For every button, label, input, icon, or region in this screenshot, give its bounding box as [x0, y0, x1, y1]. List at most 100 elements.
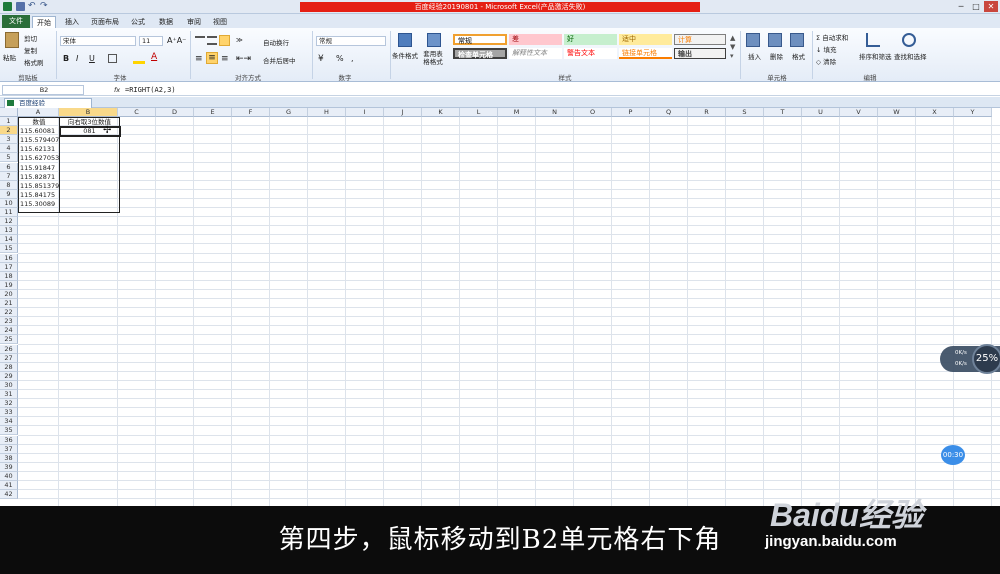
bold-button[interactable]: B: [63, 54, 69, 63]
column-header-i[interactable]: I: [346, 108, 384, 117]
row-header-5[interactable]: 5: [0, 153, 18, 163]
row-header-13[interactable]: 13: [0, 226, 18, 236]
autosum-button[interactable]: Σ 自动求和: [816, 32, 848, 42]
fill-color-icon[interactable]: [133, 56, 145, 64]
format-table-button[interactable]: 套用表格格式: [421, 50, 445, 66]
find-select-button[interactable]: 查找和选择: [894, 51, 927, 61]
column-header-f[interactable]: F: [232, 108, 270, 117]
column-header-x[interactable]: X: [916, 108, 954, 117]
column-header-c[interactable]: C: [118, 108, 156, 117]
selected-cell-b2[interactable]: [59, 126, 121, 137]
insert-cells-button[interactable]: 插入: [748, 51, 761, 61]
column-header-p[interactable]: P: [612, 108, 650, 117]
column-header-m[interactable]: M: [498, 108, 536, 117]
row-header-39[interactable]: 39: [0, 462, 18, 472]
merge-center-button[interactable]: 合并后居中: [263, 55, 296, 65]
sort-filter-button[interactable]: 排序和筛选: [859, 51, 892, 61]
row-header-26[interactable]: 26: [0, 344, 18, 354]
font-size-select[interactable]: 11: [139, 36, 163, 46]
row-header-19[interactable]: 19: [0, 280, 18, 290]
tab-home[interactable]: 开始: [32, 16, 56, 28]
column-header-b[interactable]: B: [59, 108, 118, 117]
column-header-e[interactable]: E: [194, 108, 232, 117]
row-header-8[interactable]: 8: [0, 180, 18, 190]
row-header-12[interactable]: 12: [0, 217, 18, 227]
row-header-15[interactable]: 15: [0, 244, 18, 254]
row-header-29[interactable]: 29: [0, 371, 18, 381]
wrap-text-button[interactable]: 自动换行: [263, 37, 289, 47]
row-header-32[interactable]: 32: [0, 399, 18, 409]
row-header-30[interactable]: 30: [0, 380, 18, 390]
style-check-cell[interactable]: 检查单元格: [453, 48, 507, 59]
save-icon[interactable]: [16, 2, 25, 11]
conditional-format-icon[interactable]: [398, 33, 412, 47]
row-header-3[interactable]: 3: [0, 135, 18, 145]
row-header-28[interactable]: 28: [0, 362, 18, 372]
tab-formulas[interactable]: 公式: [126, 16, 150, 28]
row-header-36[interactable]: 36: [0, 435, 18, 445]
tab-review[interactable]: 审阅: [182, 16, 206, 28]
row-header-42[interactable]: 42: [0, 490, 18, 500]
row-header-27[interactable]: 27: [0, 353, 18, 363]
styles-scroll-icon[interactable]: ▲ ▼ ▾: [730, 34, 735, 61]
tab-view[interactable]: 视图: [208, 16, 232, 28]
align-middle-icon[interactable]: [207, 36, 217, 45]
row-header-14[interactable]: 14: [0, 235, 18, 245]
font-color-icon[interactable]: A: [151, 52, 157, 62]
sort-filter-icon[interactable]: [866, 33, 880, 47]
column-header-u[interactable]: U: [802, 108, 840, 117]
column-header-v[interactable]: V: [840, 108, 878, 117]
row-header-20[interactable]: 20: [0, 289, 18, 299]
row-header-34[interactable]: 34: [0, 417, 18, 427]
row-header-25[interactable]: 25: [0, 335, 18, 345]
column-header-o[interactable]: O: [574, 108, 612, 117]
find-select-icon[interactable]: [902, 33, 916, 47]
column-header-t[interactable]: T: [764, 108, 802, 117]
column-header-j[interactable]: J: [384, 108, 422, 117]
style-calculation[interactable]: 计算: [674, 34, 726, 45]
row-header-35[interactable]: 35: [0, 426, 18, 436]
column-header-w[interactable]: W: [878, 108, 916, 117]
row-header-17[interactable]: 17: [0, 262, 18, 272]
row-header-16[interactable]: 16: [0, 253, 18, 263]
row-header-33[interactable]: 33: [0, 408, 18, 418]
align-right-icon[interactable]: ≡: [221, 54, 229, 64]
fill-button[interactable]: ↓ 填充: [816, 44, 837, 54]
style-output[interactable]: 输出: [674, 48, 726, 59]
column-header-r[interactable]: R: [688, 108, 726, 117]
select-all-corner[interactable]: [0, 108, 18, 117]
style-neutral[interactable]: 适中: [619, 34, 672, 45]
clear-button[interactable]: ◇ 清除: [816, 56, 836, 66]
paste-button[interactable]: 粘贴: [3, 52, 16, 62]
maximize-button[interactable]: □: [969, 1, 983, 12]
row-header-18[interactable]: 18: [0, 271, 18, 281]
column-header-g[interactable]: G: [270, 108, 308, 117]
borders-icon[interactable]: [108, 54, 117, 63]
style-normal[interactable]: 常规: [453, 34, 507, 45]
align-top-icon[interactable]: [195, 36, 205, 45]
row-header-9[interactable]: 9: [0, 189, 18, 199]
fx-icon[interactable]: fx: [114, 86, 120, 94]
formula-input[interactable]: =RIGHT(A2,3): [125, 85, 995, 95]
style-warning[interactable]: 警告文本: [564, 48, 617, 59]
name-box[interactable]: B2: [2, 85, 84, 95]
net-usage-circle[interactable]: 25%: [972, 344, 1000, 374]
row-header-37[interactable]: 37: [0, 444, 18, 454]
row-header-41[interactable]: 41: [0, 481, 18, 491]
delete-cells-icon[interactable]: [768, 33, 782, 47]
row-header-10[interactable]: 10: [0, 198, 18, 208]
insert-cells-icon[interactable]: [746, 33, 760, 47]
spreadsheet-grid[interactable]: ABCDEFGHIJKLMNOPQRSTUVWXY 1 2 3 4 5 6 7 8 9 10 11 1…: [0, 108, 1000, 506]
row-header-4[interactable]: 4: [0, 144, 18, 154]
workbook-tab[interactable]: 百度经验20190801.xlsx: [4, 98, 92, 116]
minimize-button[interactable]: ─: [954, 1, 968, 12]
row-header-22[interactable]: 22: [0, 308, 18, 318]
column-header-h[interactable]: H: [308, 108, 346, 117]
format-table-icon[interactable]: [427, 33, 441, 47]
column-header-y[interactable]: Y: [954, 108, 992, 117]
recording-timer[interactable]: 00:30: [941, 445, 965, 465]
style-bad[interactable]: 差: [509, 34, 562, 45]
align-bottom-icon[interactable]: [219, 35, 230, 46]
format-painter-button[interactable]: 格式刷: [24, 57, 44, 67]
row-header-21[interactable]: 21: [0, 299, 18, 309]
